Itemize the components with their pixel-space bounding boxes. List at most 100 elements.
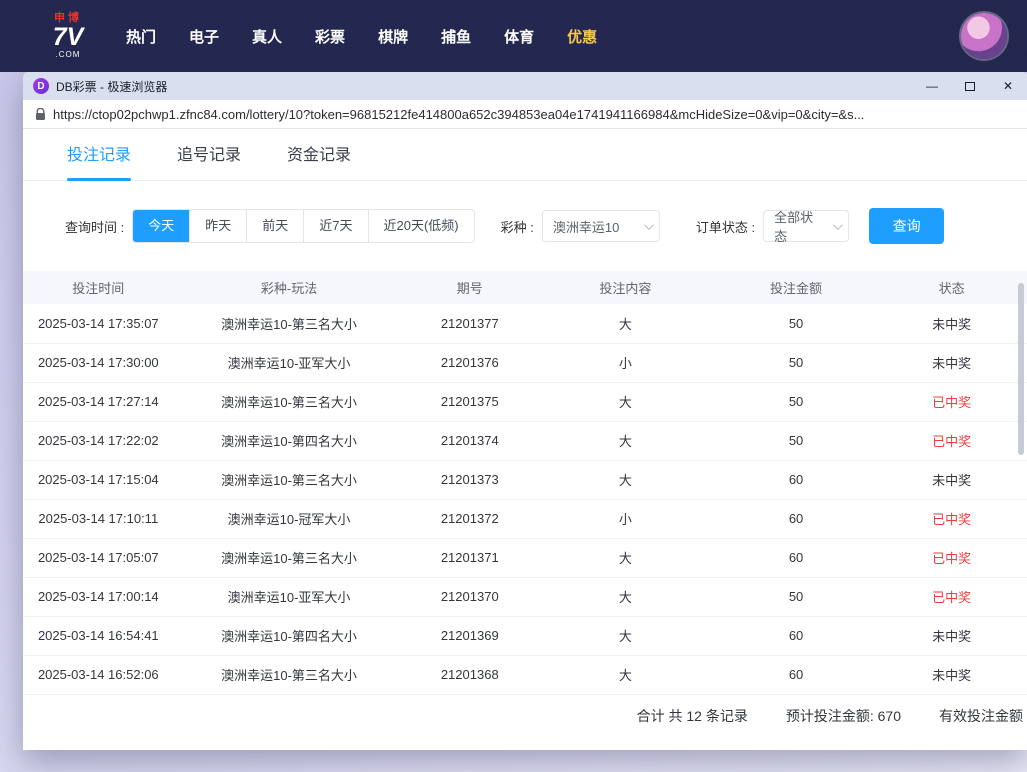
cell-status: 已中奖 bbox=[876, 538, 1027, 577]
nav-item-sports[interactable]: 体育 bbox=[504, 26, 534, 47]
col-header-bet-time: 投注时间 bbox=[23, 271, 174, 304]
cell-issue: 21201369 bbox=[405, 616, 536, 655]
cell-issue: 21201368 bbox=[405, 655, 536, 694]
cell-bet-amount: 50 bbox=[716, 382, 877, 421]
cell-bet-time: 2025-03-14 17:00:14 bbox=[23, 577, 174, 616]
cell-bet-time: 2025-03-14 17:05:07 bbox=[23, 538, 174, 577]
lottery-page-content: 投注记录 追号记录 资金记录 查询时间 : 今天 昨天 前天 近7天 近20天(… bbox=[23, 129, 1027, 749]
maximize-button[interactable] bbox=[951, 72, 989, 100]
col-header-status: 状态 bbox=[876, 271, 1027, 304]
logo-suffix-text: .COM bbox=[40, 51, 96, 59]
nav-item-lottery[interactable]: 彩票 bbox=[315, 26, 345, 47]
site-logo[interactable]: 申博 7V .COM bbox=[40, 13, 96, 59]
col-header-game-play: 彩种-玩法 bbox=[174, 271, 405, 304]
cell-bet-time: 2025-03-14 17:15:04 bbox=[23, 460, 174, 499]
nav-item-promo[interactable]: 优惠 bbox=[567, 26, 597, 47]
browser-window: D DB彩票 - 极速浏览器 — ✕ https://ctop02pchwp1.… bbox=[23, 72, 1027, 750]
cell-issue: 21201374 bbox=[405, 421, 536, 460]
cell-game-play: 澳洲幸运10-第四名大小 bbox=[174, 616, 405, 655]
time-option-last-20-days[interactable]: 近20天(低频) bbox=[368, 210, 474, 242]
cell-status: 已中奖 bbox=[876, 421, 1027, 460]
nav-item-hot[interactable]: 热门 bbox=[126, 26, 156, 47]
cell-bet-content: 大 bbox=[535, 655, 716, 694]
record-tabs: 投注记录 追号记录 资金记录 bbox=[23, 129, 1027, 181]
tab-fund-records[interactable]: 资金记录 bbox=[287, 141, 351, 180]
nav-item-live[interactable]: 真人 bbox=[252, 26, 282, 47]
table-row: 2025-03-14 17:27:14 澳洲幸运10-第三名大小 2120137… bbox=[23, 382, 1027, 421]
bet-table-body: 2025-03-14 17:35:07 澳洲幸运10-第三名大小 2120137… bbox=[23, 304, 1027, 694]
cell-status: 已中奖 bbox=[876, 499, 1027, 538]
footer-total-records: 合计 共 12 条记录 bbox=[637, 706, 748, 726]
chevron-down-icon bbox=[644, 220, 654, 230]
table-footer: 合计 共 12 条记录 预计投注金额: 670 有效投注金额 bbox=[23, 695, 1027, 737]
cell-game-play: 澳洲幸运10-冠军大小 bbox=[174, 499, 405, 538]
time-option-last-7-days[interactable]: 近7天 bbox=[303, 210, 367, 242]
table-row: 2025-03-14 17:35:07 澳洲幸运10-第三名大小 2120137… bbox=[23, 304, 1027, 343]
cell-bet-content: 大 bbox=[535, 616, 716, 655]
maximize-icon bbox=[965, 82, 975, 91]
cell-status: 已中奖 bbox=[876, 382, 1027, 421]
time-option-day-before[interactable]: 前天 bbox=[246, 210, 303, 242]
lottery-filter-label: 彩种 : bbox=[501, 217, 534, 236]
col-header-bet-amount: 投注金额 bbox=[716, 271, 877, 304]
order-status-value: 全部状态 bbox=[774, 207, 825, 245]
time-option-yesterday[interactable]: 昨天 bbox=[189, 210, 246, 242]
cell-status: 未中奖 bbox=[876, 460, 1027, 499]
table-row: 2025-03-14 17:15:04 澳洲幸运10-第三名大小 2120137… bbox=[23, 460, 1027, 499]
nav-item-slots[interactable]: 电子 bbox=[189, 26, 219, 47]
lock-icon bbox=[35, 108, 46, 121]
cell-bet-amount: 60 bbox=[716, 460, 877, 499]
scrollbar-thumb[interactable] bbox=[1018, 283, 1024, 455]
cell-bet-content: 小 bbox=[535, 499, 716, 538]
cell-bet-amount: 50 bbox=[716, 577, 877, 616]
cell-bet-content: 大 bbox=[535, 421, 716, 460]
cell-status: 已中奖 bbox=[876, 577, 1027, 616]
cell-bet-amount: 50 bbox=[716, 343, 877, 382]
address-bar: https://ctop02pchwp1.zfnc84.com/lottery/… bbox=[23, 100, 1027, 129]
cell-bet-time: 2025-03-14 17:30:00 bbox=[23, 343, 174, 382]
cell-bet-time: 2025-03-14 17:27:14 bbox=[23, 382, 174, 421]
cell-bet-amount: 60 bbox=[716, 655, 877, 694]
col-header-issue: 期号 bbox=[405, 271, 536, 304]
cell-issue: 21201375 bbox=[405, 382, 536, 421]
table-header: 投注时间 彩种-玩法 期号 投注内容 投注金额 状态 bbox=[23, 271, 1027, 304]
logo-brand-text: 7V bbox=[40, 25, 96, 50]
tab-bet-records[interactable]: 投注记录 bbox=[67, 141, 131, 180]
cell-status: 未中奖 bbox=[876, 616, 1027, 655]
nav-item-chess[interactable]: 棋牌 bbox=[378, 26, 408, 47]
bet-records-table: 投注时间 彩种-玩法 期号 投注内容 投注金额 状态 2025-03-14 17… bbox=[23, 271, 1027, 695]
nav-menu: 热门 电子 真人 彩票 棋牌 捕鱼 体育 优惠 bbox=[126, 26, 597, 47]
user-avatar[interactable] bbox=[961, 13, 1007, 59]
query-button[interactable]: 查询 bbox=[869, 208, 944, 244]
cell-bet-amount: 60 bbox=[716, 616, 877, 655]
cell-bet-content: 大 bbox=[535, 577, 716, 616]
nav-item-fishing[interactable]: 捕鱼 bbox=[441, 26, 471, 47]
cell-bet-time: 2025-03-14 17:22:02 bbox=[23, 421, 174, 460]
cell-issue: 21201376 bbox=[405, 343, 536, 382]
close-button[interactable]: ✕ bbox=[989, 72, 1027, 100]
col-header-bet-content: 投注内容 bbox=[535, 271, 716, 304]
cell-game-play: 澳洲幸运10-第三名大小 bbox=[174, 655, 405, 694]
cell-bet-content: 小 bbox=[535, 343, 716, 382]
order-status-select[interactable]: 全部状态 bbox=[763, 210, 849, 242]
table-row: 2025-03-14 17:05:07 澳洲幸运10-第三名大小 2120137… bbox=[23, 538, 1027, 577]
cell-bet-content: 大 bbox=[535, 382, 716, 421]
tab-chase-records[interactable]: 追号记录 bbox=[177, 141, 241, 180]
url-field[interactable]: https://ctop02pchwp1.zfnc84.com/lottery/… bbox=[53, 107, 864, 122]
cell-status: 未中奖 bbox=[876, 304, 1027, 343]
order-status-label: 订单状态 : bbox=[696, 217, 755, 236]
cell-game-play: 澳洲幸运10-第三名大小 bbox=[174, 460, 405, 499]
cell-bet-time: 2025-03-14 16:54:41 bbox=[23, 616, 174, 655]
time-option-today[interactable]: 今天 bbox=[133, 210, 189, 242]
cell-bet-amount: 60 bbox=[716, 499, 877, 538]
cell-issue: 21201377 bbox=[405, 304, 536, 343]
cell-game-play: 澳洲幸运10-第三名大小 bbox=[174, 304, 405, 343]
minimize-button[interactable]: — bbox=[913, 72, 951, 100]
cell-status: 未中奖 bbox=[876, 655, 1027, 694]
table-row: 2025-03-14 17:22:02 澳洲幸运10-第四名大小 2120137… bbox=[23, 421, 1027, 460]
cell-bet-amount: 60 bbox=[716, 538, 877, 577]
cell-bet-time: 2025-03-14 16:52:06 bbox=[23, 655, 174, 694]
lottery-select[interactable]: 澳洲幸运10 bbox=[542, 210, 660, 242]
cell-issue: 21201371 bbox=[405, 538, 536, 577]
cell-bet-time: 2025-03-14 17:35:07 bbox=[23, 304, 174, 343]
